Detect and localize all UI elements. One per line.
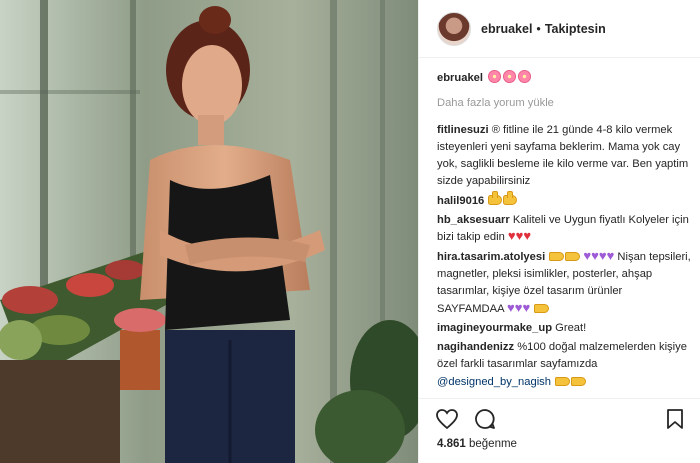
author-username[interactable]: ebruakel [481,22,532,36]
like-heart-icon[interactable] [435,407,459,431]
flower-icon [503,70,517,83]
post-header: ebruakel • Takiptesin [419,0,700,58]
action-bar [419,398,700,434]
comment-mention-link[interactable]: @designed_by_nagish [437,376,551,388]
comment-username[interactable]: nagihandenizz [437,341,514,353]
pointing-hand-icon [571,376,587,386]
likes-label: beğenme [468,438,517,450]
purple-heart-icon: ♥ [606,247,615,263]
header-separator: • [536,21,541,36]
comment-item: hb_aksesuarr Kaliteli ve Uygun fiyatlı K… [437,212,691,247]
red-heart-icon: ♥ [523,228,532,244]
flower-icon [488,70,502,83]
purple-heart-icon: ♥ [522,299,531,315]
comments-list: ebruakel Daha fazla yorum yükle fitlines… [437,70,691,393]
comment-username[interactable]: halil9016 [437,195,484,207]
pointing-hand-icon [549,251,565,261]
comment-text: Great! [555,321,587,334]
caption: ebruakel [437,70,691,87]
post-photo-image [0,0,418,463]
avatar[interactable] [437,11,471,46]
purple-heart-icon: ♥ [598,247,607,263]
pointing-hand-icon [565,251,581,261]
purple-heart-icon: ♥ [591,247,599,263]
comment-username[interactable]: imagineyourmake_up [437,322,552,334]
comment-item: nagihandenizz %100 doğal malzemelerden k… [437,339,691,391]
thumbs-up-icon [503,190,518,205]
comment-item: halil9016 [437,190,691,210]
load-more-comments-link[interactable]: Daha fazla yorum yükle [437,95,691,112]
bookmark-icon[interactable] [663,407,687,431]
likes-number: 4.861 [437,438,466,450]
thumbs-up-icon [488,190,503,205]
post-side-panel: ebruakel • Takiptesin ebruakel Daha fazl… [418,0,700,463]
pointing-hand-icon [555,376,571,386]
post-photo[interactable] [0,0,418,463]
comment-username[interactable]: hira.tasarim.atolyesi [437,251,545,263]
purple-heart-icon: ♥ [583,247,592,263]
pointing-hand-icon [534,303,550,313]
purple-heart-icon: ♥ [507,299,515,315]
likes-count[interactable]: 4.861 beğenme [437,438,517,450]
comment-username[interactable]: fitlinesuzi [437,124,489,136]
follow-status[interactable]: Takiptesin [545,22,606,36]
flower-icon [518,70,532,83]
comment-item: imagineyourmake_up Great! [437,320,691,337]
comment-username[interactable]: hb_aksesuarr [437,214,510,226]
comment-item: fitlinesuzi ® fitline ile 21 günde 4-8 k… [437,122,691,191]
comment-item: hira.tasarim.atolyesi ♥♥♥♥ Nişan tepsile… [437,249,691,318]
caption-username[interactable]: ebruakel [437,72,483,84]
red-heart-icon: ♥ [507,228,516,244]
comment-bubble-icon[interactable] [473,407,497,431]
